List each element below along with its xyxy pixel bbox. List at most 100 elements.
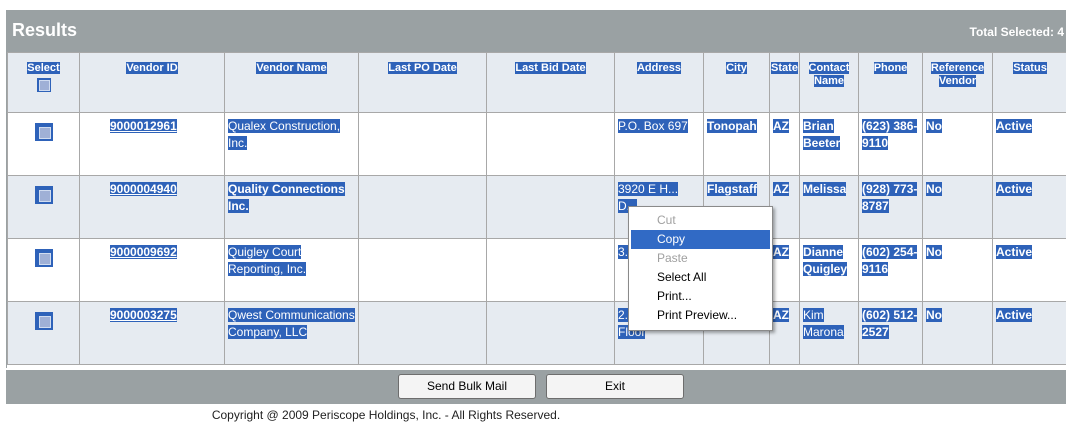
vendor-id-link[interactable]: 9000012961 bbox=[110, 119, 177, 133]
vendor-name-cell: Qwest Communications Company, LLC bbox=[224, 301, 359, 365]
vendor-id-link[interactable]: 9000004940 bbox=[110, 182, 177, 196]
column-header-label: Reference Vendor bbox=[930, 62, 985, 87]
exit-button[interactable]: Exit bbox=[546, 374, 684, 399]
column-header-label: Address bbox=[636, 62, 682, 74]
vendor-id-cell[interactable]: 9000012961 bbox=[79, 112, 225, 176]
column-header-reference-vendor[interactable]: Reference Vendor bbox=[922, 52, 993, 113]
select-all-checkbox[interactable] bbox=[36, 78, 51, 92]
phone-cell: (602) 512-2527 bbox=[858, 301, 923, 365]
reference-vendor: No bbox=[926, 245, 942, 259]
contact-cell: Brian Beeter bbox=[799, 112, 859, 176]
state-cell: AZ bbox=[769, 238, 800, 302]
context-menu-copy[interactable]: Copy bbox=[631, 230, 770, 249]
context-menu-cut: Cut bbox=[657, 213, 676, 227]
row-select-cell[interactable] bbox=[7, 175, 80, 239]
row-select-cell[interactable] bbox=[7, 238, 80, 302]
state: AZ bbox=[773, 119, 789, 133]
last-bid-date-cell bbox=[486, 301, 615, 365]
contact-name: Brian Beeter bbox=[803, 119, 841, 150]
column-header-phone[interactable]: Phone bbox=[858, 52, 923, 113]
column-header-label: City bbox=[726, 62, 747, 74]
state: AZ bbox=[773, 308, 789, 322]
status-cell: Active bbox=[992, 238, 1066, 302]
vendor-name: Quigley Court Reporting, Inc. bbox=[228, 245, 307, 276]
context-menu-select-all[interactable]: Select All bbox=[631, 268, 770, 287]
row-checkbox[interactable] bbox=[34, 249, 53, 267]
status: Active bbox=[996, 119, 1033, 133]
contact-cell: Melissa bbox=[799, 175, 859, 239]
context-menu-print[interactable]: Print... bbox=[631, 287, 770, 306]
column-header-label: State bbox=[771, 62, 798, 74]
row-checkbox[interactable] bbox=[34, 186, 53, 204]
total-selected-count: Total Selected: 4 bbox=[969, 25, 1064, 39]
contact-name: Melissa bbox=[803, 182, 847, 196]
table-row[interactable]: 9000004940 Quality Connections Inc. 3920… bbox=[7, 175, 1066, 239]
status-cell: Active bbox=[992, 301, 1066, 365]
send-bulk-mail-button[interactable]: Send Bulk Mail bbox=[398, 374, 536, 399]
row-select-cell[interactable] bbox=[7, 301, 80, 365]
column-header-label: Select bbox=[27, 62, 60, 74]
copyright-text: Copyright @ 2009 Periscope Holdings, Inc… bbox=[211, 408, 561, 422]
status-cell: Active bbox=[992, 175, 1066, 239]
column-header-state[interactable]: State bbox=[769, 52, 800, 113]
last-bid-date-cell bbox=[486, 238, 615, 302]
reference-vendor: No bbox=[926, 119, 942, 133]
column-header-status[interactable]: Status bbox=[992, 52, 1066, 113]
column-header-label: Vendor Name bbox=[256, 62, 327, 74]
state: AZ bbox=[773, 245, 789, 259]
context-menu[interactable]: Cut Copy Paste Select All Print... Print… bbox=[628, 206, 773, 331]
last-po-date-cell bbox=[358, 112, 487, 176]
state-cell: AZ bbox=[769, 112, 800, 176]
column-header-city[interactable]: City bbox=[703, 52, 770, 113]
column-header-label: Last Bid Date bbox=[515, 62, 586, 74]
table-header-row: Select Vendor ID Vendor Name Last PO Dat… bbox=[7, 52, 1066, 113]
state-cell: AZ bbox=[769, 301, 800, 365]
vendor-name: Qwest Communications Company, LLC bbox=[228, 308, 355, 339]
row-checkbox[interactable] bbox=[34, 123, 53, 141]
last-bid-date-cell bbox=[486, 112, 615, 176]
city: Flagstaff bbox=[707, 182, 758, 196]
city-cell: Tonopah bbox=[703, 112, 770, 176]
phone: (623) 386-9110 bbox=[862, 119, 918, 150]
reference-cell: No bbox=[922, 112, 993, 176]
column-header-select[interactable]: Select bbox=[7, 52, 80, 113]
table-row[interactable]: 9000003275 Qwest Communications Company,… bbox=[7, 301, 1066, 365]
row-checkbox[interactable] bbox=[34, 312, 53, 330]
column-header-last-po-date[interactable]: Last PO Date bbox=[358, 52, 487, 113]
state: AZ bbox=[773, 182, 789, 196]
column-header-contact-name[interactable]: Contact Name bbox=[799, 52, 859, 113]
row-select-cell[interactable] bbox=[7, 112, 80, 176]
vendor-id-cell[interactable]: 9000003275 bbox=[79, 301, 225, 365]
vendor-name: Quality Connections Inc. bbox=[228, 182, 345, 213]
phone: (928) 773-8787 bbox=[862, 182, 918, 213]
column-header-vendor-name[interactable]: Vendor Name bbox=[224, 52, 359, 113]
reference-cell: No bbox=[922, 238, 993, 302]
column-header-label: Last PO Date bbox=[388, 62, 457, 74]
contact-name: Dianne Quigley bbox=[803, 245, 848, 276]
table-row[interactable]: 9000012961 Qualex Construction, Inc. P.O… bbox=[7, 112, 1066, 176]
vendor-name-cell: Quigley Court Reporting, Inc. bbox=[224, 238, 359, 302]
column-header-label: Status bbox=[1013, 62, 1047, 74]
reference-vendor: No bbox=[926, 308, 942, 322]
status: Active bbox=[996, 245, 1033, 259]
reference-vendor: No bbox=[926, 182, 942, 196]
context-menu-paste: Paste bbox=[657, 251, 688, 265]
phone: (602) 512-2527 bbox=[862, 308, 918, 339]
column-header-label: Contact Name bbox=[808, 62, 850, 87]
column-header-label: Phone bbox=[873, 62, 908, 74]
vendor-id-cell[interactable]: 9000004940 bbox=[79, 175, 225, 239]
column-header-last-bid-date[interactable]: Last Bid Date bbox=[486, 52, 615, 113]
column-header-address[interactable]: Address bbox=[614, 52, 704, 113]
context-menu-print-preview[interactable]: Print Preview... bbox=[631, 306, 770, 325]
vendor-id-link[interactable]: 9000003275 bbox=[110, 308, 177, 322]
vendor-id-cell[interactable]: 9000009692 bbox=[79, 238, 225, 302]
column-header-vendor-id[interactable]: Vendor ID bbox=[79, 52, 225, 113]
table-row[interactable]: 9000009692 Quigley Court Reporting, Inc.… bbox=[7, 238, 1066, 302]
city: Tonopah bbox=[707, 119, 757, 133]
vendor-table: Select Vendor ID Vendor Name Last PO Dat… bbox=[7, 52, 1066, 365]
results-header-bar: Results Total Selected: 4 bbox=[6, 10, 1066, 52]
results-title: Results bbox=[12, 20, 78, 40]
vendor-id-link[interactable]: 9000009692 bbox=[110, 245, 177, 259]
phone-cell: (928) 773-8787 bbox=[858, 175, 923, 239]
action-bar: Send Bulk Mail Exit bbox=[6, 370, 1066, 404]
